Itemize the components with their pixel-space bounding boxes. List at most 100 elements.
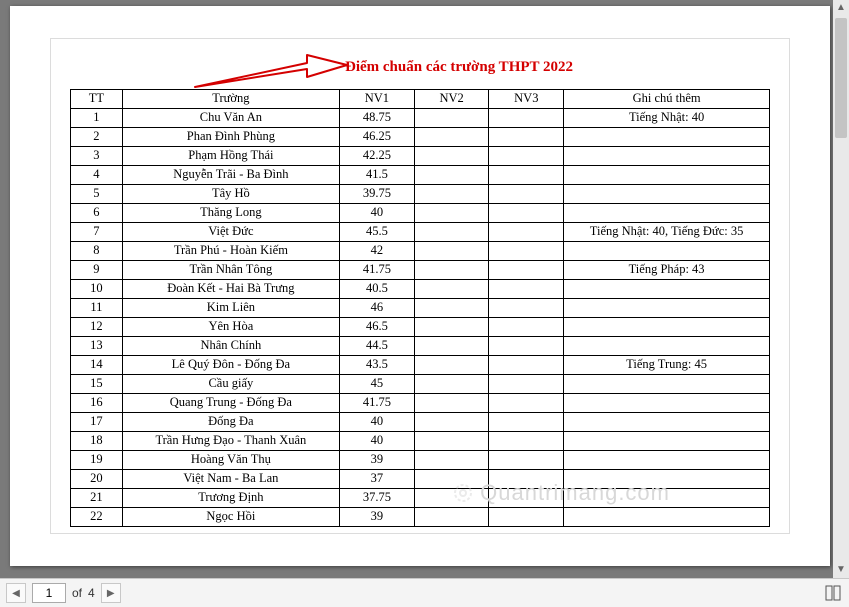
- page-scroll-area[interactable]: Điểm chuẩn các trường THPT 2022 TT Trườn…: [0, 0, 849, 578]
- next-page-button[interactable]: ▶: [101, 583, 121, 603]
- cell-nv2: [414, 299, 489, 318]
- cell-nv1: 41.75: [340, 394, 415, 413]
- cell-nv1: 37.75: [340, 489, 415, 508]
- cell-nv3: [489, 451, 564, 470]
- cell-school: Tây Hồ: [122, 185, 339, 204]
- cell-note: [564, 470, 770, 489]
- table-row: 1Chu Văn An48.75Tiếng Nhật: 40: [71, 109, 770, 128]
- cell-nv3: [489, 280, 564, 299]
- cell-nv1: 39: [340, 451, 415, 470]
- cell-nv2: [414, 337, 489, 356]
- cell-nv2: [414, 223, 489, 242]
- cell-tt: 13: [71, 337, 123, 356]
- page-of-label: of: [72, 586, 82, 600]
- table-header-row: TT Trường NV1 NV2 NV3 Ghi chú thêm: [71, 90, 770, 109]
- cell-note: [564, 147, 770, 166]
- chevron-left-icon: ◀: [12, 588, 20, 599]
- cell-nv2: [414, 470, 489, 489]
- cell-nv2: [414, 375, 489, 394]
- cell-note: [564, 432, 770, 451]
- cell-nv3: [489, 356, 564, 375]
- cell-nv1: 46.25: [340, 128, 415, 147]
- cell-nv3: [489, 299, 564, 318]
- cell-nv1: 40: [340, 204, 415, 223]
- cell-school: Lê Quý Đôn - Đống Đa: [122, 356, 339, 375]
- cell-nv1: 40.5: [340, 280, 415, 299]
- cell-tt: 20: [71, 470, 123, 489]
- scroll-up-icon[interactable]: ▲: [833, 0, 849, 16]
- cell-nv2: [414, 109, 489, 128]
- table-row: 11Kim Liên46: [71, 299, 770, 318]
- vertical-scrollbar[interactable]: ▲ ▼: [833, 0, 849, 578]
- cell-note: [564, 318, 770, 337]
- cell-nv2: [414, 147, 489, 166]
- scroll-down-icon[interactable]: ▼: [833, 562, 849, 578]
- cell-school: Phan Đình Phùng: [122, 128, 339, 147]
- cell-note: Tiếng Nhật: 40: [564, 109, 770, 128]
- cell-nv1: 46: [340, 299, 415, 318]
- cell-tt: 10: [71, 280, 123, 299]
- cell-tt: 21: [71, 489, 123, 508]
- cell-nv1: 41.5: [340, 166, 415, 185]
- document-title: Điểm chuẩn các trường THPT 2022: [345, 59, 573, 76]
- cell-nv1: 42.25: [340, 147, 415, 166]
- cell-note: [564, 337, 770, 356]
- table-row: 4Nguyễn Trãi - Ba Đình41.5: [71, 166, 770, 185]
- cell-tt: 16: [71, 394, 123, 413]
- cell-nv2: [414, 318, 489, 337]
- cell-nv2: [414, 432, 489, 451]
- page-layout-icon: [825, 585, 841, 601]
- cell-school: Trần Phú - Hoàn Kiếm: [122, 242, 339, 261]
- cell-note: [564, 185, 770, 204]
- col-nv3: NV3: [489, 90, 564, 109]
- cell-note: Tiếng Pháp: 43: [564, 261, 770, 280]
- cell-nv1: 40: [340, 432, 415, 451]
- cell-school: Cầu giấy: [122, 375, 339, 394]
- cell-school: Thăng Long: [122, 204, 339, 223]
- table-row: 22Ngọc Hồi39: [71, 508, 770, 527]
- cell-nv1: 41.75: [340, 261, 415, 280]
- cell-nv2: [414, 489, 489, 508]
- cell-school: Đống Đa: [122, 413, 339, 432]
- cell-tt: 5: [71, 185, 123, 204]
- cell-tt: 19: [71, 451, 123, 470]
- page-total: 4: [88, 586, 95, 600]
- page-content: Điểm chuẩn các trường THPT 2022 TT Trườn…: [50, 38, 790, 534]
- cell-nv3: [489, 204, 564, 223]
- cell-note: [564, 451, 770, 470]
- cell-tt: 6: [71, 204, 123, 223]
- table-row: 20Việt Nam - Ba Lan37: [71, 470, 770, 489]
- col-tt: TT: [71, 90, 123, 109]
- cell-tt: 11: [71, 299, 123, 318]
- cell-nv2: [414, 508, 489, 527]
- table-row: 16Quang Trung - Đống Đa41.75: [71, 394, 770, 413]
- cell-tt: 17: [71, 413, 123, 432]
- scores-table: TT Trường NV1 NV2 NV3 Ghi chú thêm 1Chu …: [70, 89, 770, 527]
- cell-school: Yên Hòa: [122, 318, 339, 337]
- cell-tt: 9: [71, 261, 123, 280]
- scroll-thumb[interactable]: [835, 18, 847, 138]
- title-row: Điểm chuẩn các trường THPT 2022: [57, 59, 783, 89]
- cell-note: [564, 394, 770, 413]
- cell-nv3: [489, 318, 564, 337]
- cell-tt: 2: [71, 128, 123, 147]
- cell-nv2: [414, 166, 489, 185]
- prev-page-button[interactable]: ◀: [6, 583, 26, 603]
- cell-note: [564, 375, 770, 394]
- cell-nv1: 43.5: [340, 356, 415, 375]
- cell-school: Việt Đức: [122, 223, 339, 242]
- table-row: 7Việt Đức45.5Tiếng Nhật: 40, Tiếng Đức: …: [71, 223, 770, 242]
- cell-tt: 15: [71, 375, 123, 394]
- col-nv1: NV1: [340, 90, 415, 109]
- cell-school: Quang Trung - Đống Đa: [122, 394, 339, 413]
- page-number-input[interactable]: [32, 583, 66, 603]
- cell-nv1: 48.75: [340, 109, 415, 128]
- cell-tt: 18: [71, 432, 123, 451]
- table-row: 6Thăng Long40: [71, 204, 770, 223]
- cell-nv1: 37: [340, 470, 415, 489]
- table-row: 2Phan Đình Phùng46.25: [71, 128, 770, 147]
- view-mode-button[interactable]: [823, 583, 843, 603]
- cell-tt: 7: [71, 223, 123, 242]
- page-1: Điểm chuẩn các trường THPT 2022 TT Trườn…: [10, 6, 830, 566]
- cell-note: [564, 204, 770, 223]
